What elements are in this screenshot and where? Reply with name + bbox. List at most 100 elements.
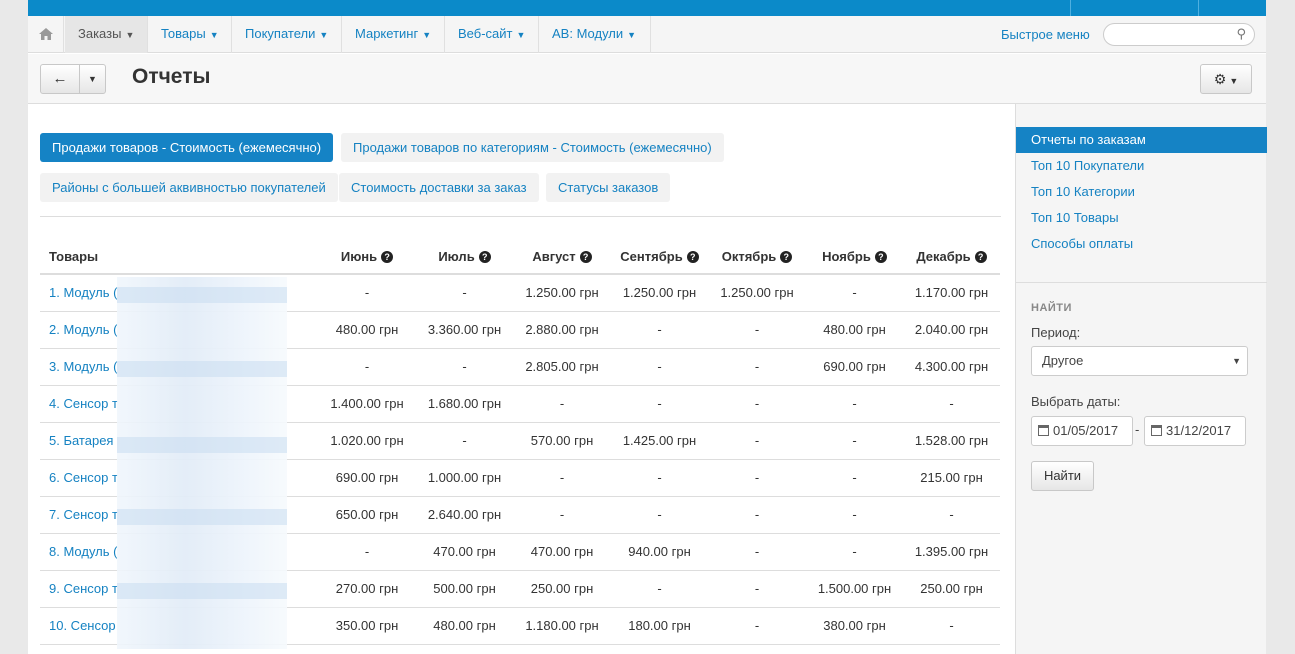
sidebar-item-order-reports[interactable]: Отчеты по заказам — [1016, 127, 1267, 153]
caret-down-icon: ▼ — [1232, 356, 1241, 366]
date-range-separator: - — [1135, 422, 1140, 437]
main-navbar: Заказы ▼ Товары ▼ Покупатели ▼ Маркетинг ▼ В… — [28, 16, 1266, 53]
nav-item-ab-modules[interactable]: AB: Модули ▼ — [539, 16, 651, 53]
column-header-label: Октябрь — [721, 248, 777, 264]
column-header-month[interactable]: Июнь? — [318, 239, 416, 275]
nav-item-label: Веб-сайт — [458, 26, 513, 41]
caret-down-icon: ▼ — [1229, 76, 1239, 86]
table-cell: 180.00 грн — [611, 607, 708, 645]
table-header-row: Товары Июнь? Июль? Август? Сентябрь? Окт… — [40, 239, 1000, 275]
redaction-band — [117, 437, 287, 453]
nav-item-orders[interactable]: Заказы ▼ — [65, 16, 148, 53]
table-cell: - — [611, 459, 708, 497]
calendar-icon — [1038, 425, 1049, 436]
help-icon[interactable]: ? — [686, 250, 699, 263]
table-cell: 480.00 грн — [416, 607, 513, 645]
column-header-label: Июль — [438, 248, 475, 264]
table-cell: - — [318, 533, 416, 571]
table-cell: - — [806, 459, 903, 497]
table-cell: - — [903, 607, 1000, 645]
table-cell: 570.00 грн — [513, 422, 611, 460]
column-header-month[interactable]: Октябрь? — [708, 239, 806, 275]
table-cell: 470.00 грн — [513, 533, 611, 571]
help-icon[interactable]: ? — [579, 250, 592, 263]
search-input[interactable]: ⚲ — [1103, 23, 1255, 46]
table-cell: 2.880.00 грн — [513, 311, 611, 349]
redaction-band — [117, 361, 287, 377]
tab-shipping-cost[interactable]: Стоимость доставки за заказ — [339, 173, 539, 202]
back-button[interactable]: ← — [40, 64, 80, 94]
search-icon: ⚲ — [1236, 26, 1246, 41]
help-icon[interactable]: ? — [974, 250, 987, 263]
nav-item-customers[interactable]: Покупатели ▼ — [232, 16, 342, 53]
redacted-product-names — [117, 277, 287, 649]
column-header-label: Июнь — [340, 248, 378, 264]
table-cell: 470.00 грн — [416, 533, 513, 571]
sidebar-item-top-customers[interactable]: Топ 10 Покупатели — [1016, 153, 1267, 179]
nav-item-marketing[interactable]: Маркетинг ▼ — [342, 16, 445, 53]
divider — [40, 216, 1001, 217]
table-cell: - — [708, 459, 806, 497]
column-header-month[interactable]: Июль? — [416, 239, 513, 275]
table-cell: - — [708, 570, 806, 608]
column-header-label: Сентябрь — [620, 248, 683, 264]
find-button[interactable]: Найти — [1031, 461, 1094, 491]
settings-button[interactable]: ⚙ ▼ — [1200, 64, 1252, 94]
tab-active-regions[interactable]: Районы с большей аквивностью покупателей — [40, 173, 338, 202]
back-button-group: ← ▼ — [40, 64, 106, 94]
table-cell: - — [903, 385, 1000, 423]
table-cell: 1.170.00 грн — [903, 274, 1000, 312]
table-cell: 480.00 грн — [318, 311, 416, 349]
gear-icon: ⚙ — [1213, 71, 1227, 87]
back-dropdown-button[interactable]: ▼ — [79, 64, 106, 94]
table-cell: - — [806, 496, 903, 534]
nav-item-products[interactable]: Товары ▼ — [148, 16, 232, 53]
column-header-products[interactable]: Товары — [40, 239, 318, 275]
table-cell: - — [903, 496, 1000, 534]
column-header-label: Товары — [49, 248, 99, 264]
table-cell: - — [318, 274, 416, 312]
tab-order-statuses[interactable]: Статусы заказов — [546, 173, 671, 202]
tab-product-sales-monthly[interactable]: Продажи товаров - Стоимость (ежемесячно) — [40, 133, 334, 162]
table-cell: - — [513, 496, 611, 534]
date-from-field[interactable]: 01/05/2017 — [1031, 416, 1133, 446]
caret-down-icon: ▼ — [319, 30, 329, 40]
column-header-month[interactable]: Ноябрь? — [806, 239, 903, 275]
sidebar-item-top-products[interactable]: Топ 10 Товары — [1016, 205, 1267, 231]
column-header-month[interactable]: Сентябрь? — [611, 239, 708, 275]
help-icon[interactable]: ? — [780, 250, 793, 263]
table-cell: - — [611, 496, 708, 534]
sidebar-item-top-categories[interactable]: Топ 10 Категории — [1016, 179, 1267, 205]
column-header-label: Август — [532, 248, 576, 264]
nav-item-website[interactable]: Веб-сайт ▼ — [445, 16, 539, 53]
table-cell: 1.250.00 грн — [513, 274, 611, 312]
date-to-field[interactable]: 31/12/2017 — [1144, 416, 1246, 446]
table-cell: 1.250.00 грн — [708, 274, 806, 312]
nav-item-label: Маркетинг — [355, 26, 419, 41]
table-cell: 215.00 грн — [903, 459, 1000, 497]
column-header-month[interactable]: Декабрь? — [903, 239, 1000, 275]
caret-down-icon: ▼ — [88, 74, 97, 84]
table-cell: 1.400.00 грн — [318, 385, 416, 423]
help-icon[interactable]: ? — [478, 250, 491, 263]
main-content: Продажи товаров - Стоимость (ежемесячно)… — [28, 104, 1015, 654]
home-button[interactable] — [28, 16, 64, 53]
table-cell: - — [513, 385, 611, 423]
tab-category-sales-monthly[interactable]: Продажи товаров по категориям - Стоимост… — [341, 133, 724, 162]
table-cell: 1.395.00 грн — [903, 533, 1000, 571]
help-icon[interactable]: ? — [381, 250, 394, 263]
table-cell: 690.00 грн — [806, 348, 903, 386]
column-header-month[interactable]: Август? — [513, 239, 611, 275]
calendar-icon — [1151, 425, 1162, 436]
table-cell: - — [708, 496, 806, 534]
help-icon[interactable]: ? — [874, 250, 887, 263]
top-bar — [28, 0, 1266, 16]
sidebar-item-payment-methods[interactable]: Способы оплаты — [1016, 231, 1267, 257]
reports-sidebar: Отчеты по заказам Топ 10 Покупатели Топ … — [1015, 104, 1267, 654]
table-cell: - — [806, 274, 903, 312]
caret-down-icon: ▼ — [627, 30, 637, 40]
table-cell: 690.00 грн — [318, 459, 416, 497]
table-cell: 650.00 грн — [318, 496, 416, 534]
period-select[interactable]: Другое ▼ — [1031, 346, 1248, 376]
quick-menu-link[interactable]: Быстрое меню — [1001, 16, 1090, 53]
